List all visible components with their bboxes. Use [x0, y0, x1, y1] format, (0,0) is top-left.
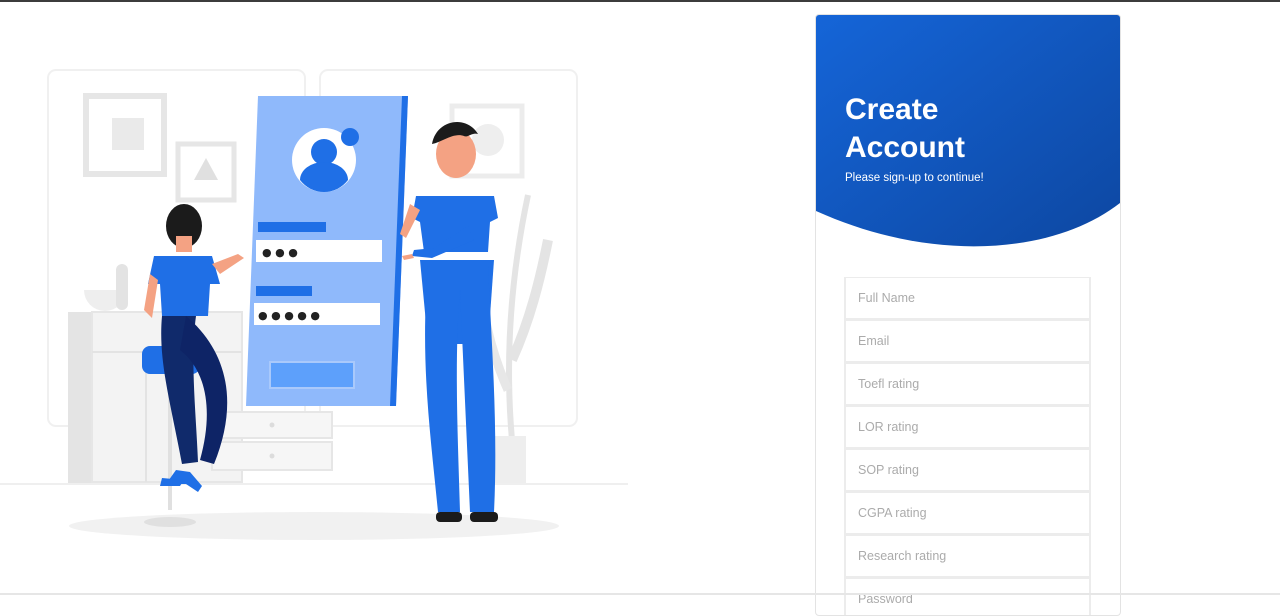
signup-form	[844, 277, 1091, 615]
signup-card: Create Account Please sign-up to continu…	[815, 14, 1121, 616]
page-title: Create Account	[845, 93, 965, 164]
cgpa-rating-input[interactable]	[844, 492, 1091, 535]
password-input[interactable]	[844, 578, 1091, 615]
card-header: Create Account Please sign-up to continu…	[816, 15, 1120, 255]
page-subtitle: Please sign-up to continue!	[845, 172, 984, 184]
research-rating-input[interactable]	[844, 535, 1091, 578]
toefl-rating-input[interactable]	[844, 363, 1091, 406]
password-dots-1: ● ● ●	[262, 246, 298, 259]
email-input[interactable]	[844, 320, 1091, 363]
lor-rating-input[interactable]	[844, 406, 1091, 449]
password-dots-2: ● ● ● ● ●	[258, 309, 320, 322]
signup-illustration-icon: ● ● ● ● ● ● ● ●	[0, 60, 640, 550]
window-top-border	[0, 0, 1280, 2]
sop-rating-input[interactable]	[844, 449, 1091, 492]
full-name-input[interactable]	[844, 277, 1091, 320]
